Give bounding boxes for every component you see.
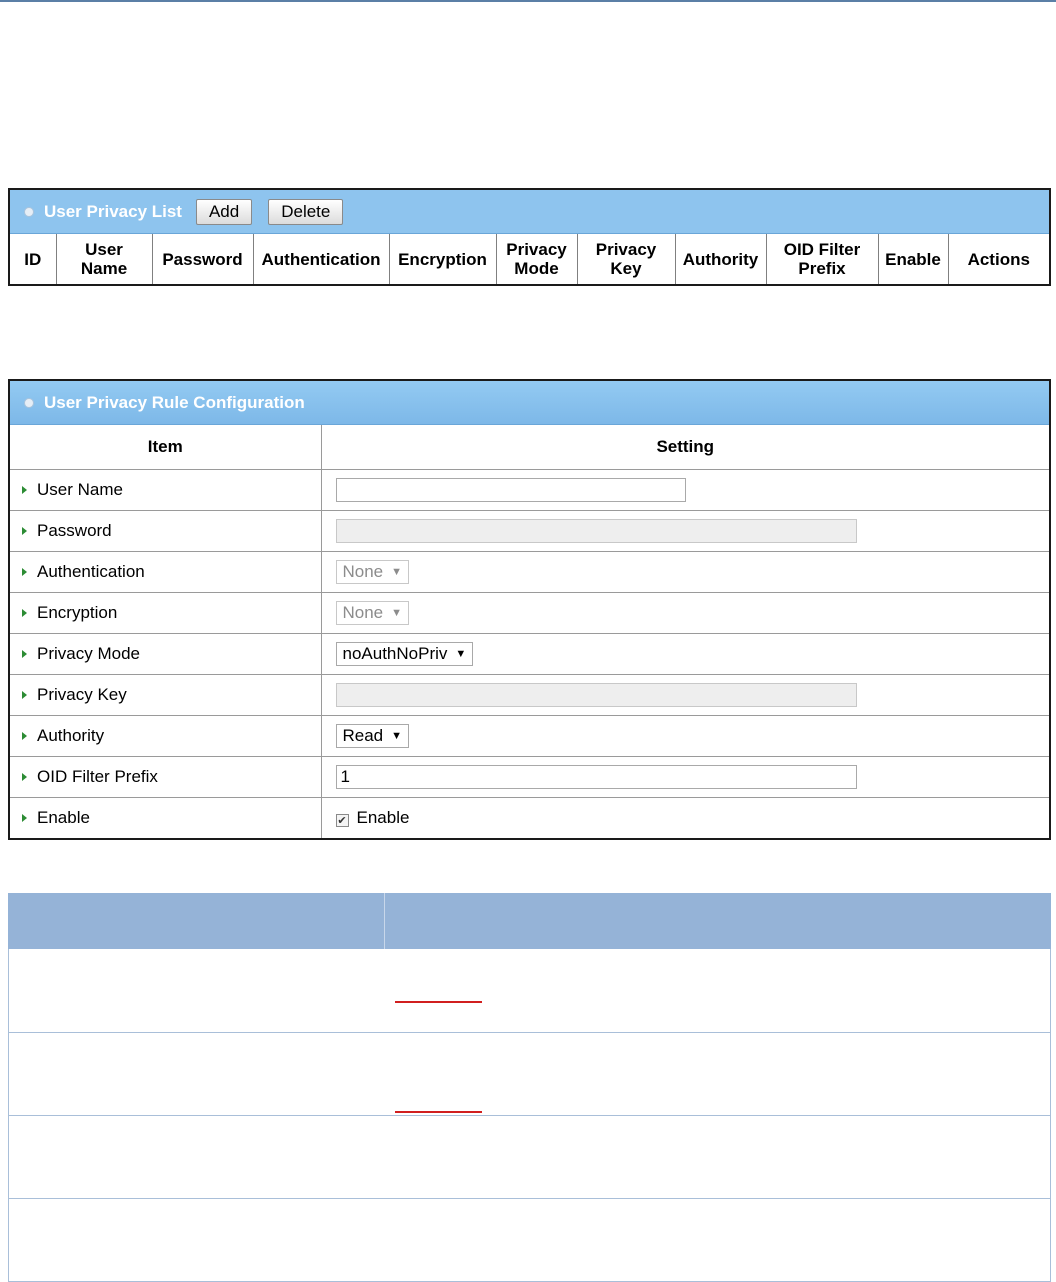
list-column-header: ID	[10, 234, 57, 284]
add-button[interactable]: Add	[195, 198, 253, 225]
column-header-line: Enable	[885, 249, 941, 269]
user-name-input[interactable]	[335, 477, 686, 502]
column-header-line: User	[85, 240, 123, 259]
column-header-line: Password	[162, 249, 243, 269]
authority-select[interactable]: Read ▼	[335, 723, 410, 748]
list-header-row: ID User Name Password Authentication Encrypti…	[10, 234, 1049, 284]
authentication-label: Authentication	[37, 561, 145, 581]
list-column-header: Privacy Key	[577, 234, 676, 284]
list-column-header: User Name	[56, 234, 153, 284]
oid-filter-prefix-input[interactable]	[335, 764, 857, 789]
description-header-value	[384, 893, 1051, 949]
privacy-key-input[interactable]	[335, 682, 857, 707]
column-header-line: ID	[24, 249, 42, 269]
authority-label: Authority	[37, 725, 105, 745]
privacy-mode-value: noAuthNoPriv	[342, 643, 448, 663]
description-row	[8, 1198, 1051, 1282]
setting-column-header: Setting	[321, 425, 1049, 470]
list-column-header: Password	[152, 234, 254, 284]
privacy-mode-label: Privacy Mode	[37, 643, 140, 663]
arrow-right-icon	[22, 690, 27, 699]
arrow-right-icon	[22, 608, 27, 617]
authority-value: Read	[342, 725, 384, 745]
dropdown-arrow-icon: ▼	[391, 565, 403, 578]
column-header-line: Authentication	[261, 249, 381, 269]
description-row	[8, 1032, 1051, 1116]
delete-button[interactable]: Delete	[268, 198, 344, 225]
collapse-bullet-icon[interactable]	[24, 206, 34, 217]
column-header-line: Authority	[682, 249, 759, 269]
column-header-line: Privacy	[595, 240, 657, 259]
list-column-header: Encryption	[389, 234, 497, 284]
column-header-line: Privacy	[506, 240, 567, 259]
description-row	[8, 949, 1051, 1033]
config-title: User Privacy Rule Configuration	[44, 392, 305, 412]
row-enable: Enable ✔ Enable	[10, 797, 1049, 838]
enable-label: Enable	[37, 807, 90, 827]
authentication-value: None	[342, 561, 384, 581]
column-header-line: Mode	[514, 259, 559, 278]
item-column-header: Item	[10, 425, 322, 470]
rule-configuration-table: Item Setting User Name Password Authenti…	[10, 425, 1049, 838]
oid-filter-prefix-label: OID Filter Prefix	[37, 766, 158, 786]
dropdown-arrow-icon: ▼	[391, 606, 403, 619]
encryption-value: None	[342, 602, 384, 622]
arrow-right-icon	[22, 649, 27, 658]
privacy-mode-select[interactable]: noAuthNoPriv ▼	[335, 641, 474, 666]
arrow-right-icon	[22, 731, 27, 740]
authentication-select[interactable]: None ▼	[335, 559, 410, 584]
arrow-right-icon	[22, 813, 27, 822]
enable-checkbox[interactable]: ✔	[335, 813, 349, 827]
password-input[interactable]	[335, 518, 857, 543]
column-header-line: Prefix	[798, 259, 846, 278]
rule-configuration-header: User Privacy Rule Configuration	[10, 381, 1049, 425]
top-rule	[0, 0, 1056, 2]
column-header-line: OID Filter	[783, 240, 861, 259]
list-column-header: Privacy Mode	[496, 234, 578, 284]
description-row	[8, 1115, 1051, 1199]
arrow-right-icon	[22, 772, 27, 781]
arrow-right-icon	[22, 567, 27, 576]
user-privacy-rule-configuration-panel: User Privacy Rule Configuration Item Set…	[8, 379, 1051, 840]
row-authority: Authority Read ▼	[10, 715, 1049, 757]
row-privacy-key: Privacy Key	[10, 674, 1049, 716]
description-table	[8, 893, 1051, 1282]
user-privacy-list-panel: User Privacy List Add Delete ID User Name P…	[8, 188, 1051, 286]
red-underline	[394, 1001, 482, 1003]
user-name-label: User Name	[37, 479, 123, 499]
row-oid-filter-prefix: OID Filter Prefix	[10, 756, 1049, 798]
privacy-key-label: Privacy Key	[37, 684, 127, 704]
row-privacy-mode: Privacy Mode noAuthNoPriv ▼	[10, 633, 1049, 675]
list-column-header: Actions	[948, 234, 1049, 284]
list-column-header: Enable	[878, 234, 949, 284]
row-user-name: User Name	[10, 469, 1049, 511]
list-column-header: OID Filter Prefix	[766, 234, 879, 284]
list-column-header: Authority	[675, 234, 767, 284]
row-encryption: Encryption None ▼	[10, 592, 1049, 634]
description-header-item	[8, 893, 385, 949]
column-header-line: Encryption	[398, 249, 487, 269]
encryption-label: Encryption	[37, 602, 118, 622]
row-password: Password	[10, 510, 1049, 552]
encryption-select[interactable]: None ▼	[335, 600, 410, 625]
arrow-right-icon	[22, 485, 27, 494]
enable-checkbox-label: Enable	[356, 807, 410, 827]
column-header-line: Name	[80, 259, 128, 278]
password-label: Password	[37, 520, 112, 540]
red-underline	[394, 1110, 482, 1113]
arrow-right-icon	[22, 526, 27, 535]
column-header-line: Actions	[967, 249, 1030, 269]
user-privacy-list-table: ID User Name Password Authentication Encrypti…	[10, 234, 1049, 284]
row-authentication: Authentication None ▼	[10, 551, 1049, 593]
column-header-line: Key	[610, 259, 642, 278]
collapse-bullet-icon[interactable]	[24, 397, 34, 408]
dropdown-arrow-icon: ▼	[455, 647, 467, 660]
user-privacy-list-header: User Privacy List Add Delete	[10, 190, 1049, 234]
dropdown-arrow-icon: ▼	[391, 729, 403, 742]
list-column-header: Authentication	[253, 234, 390, 284]
list-title: User Privacy List	[44, 201, 182, 221]
